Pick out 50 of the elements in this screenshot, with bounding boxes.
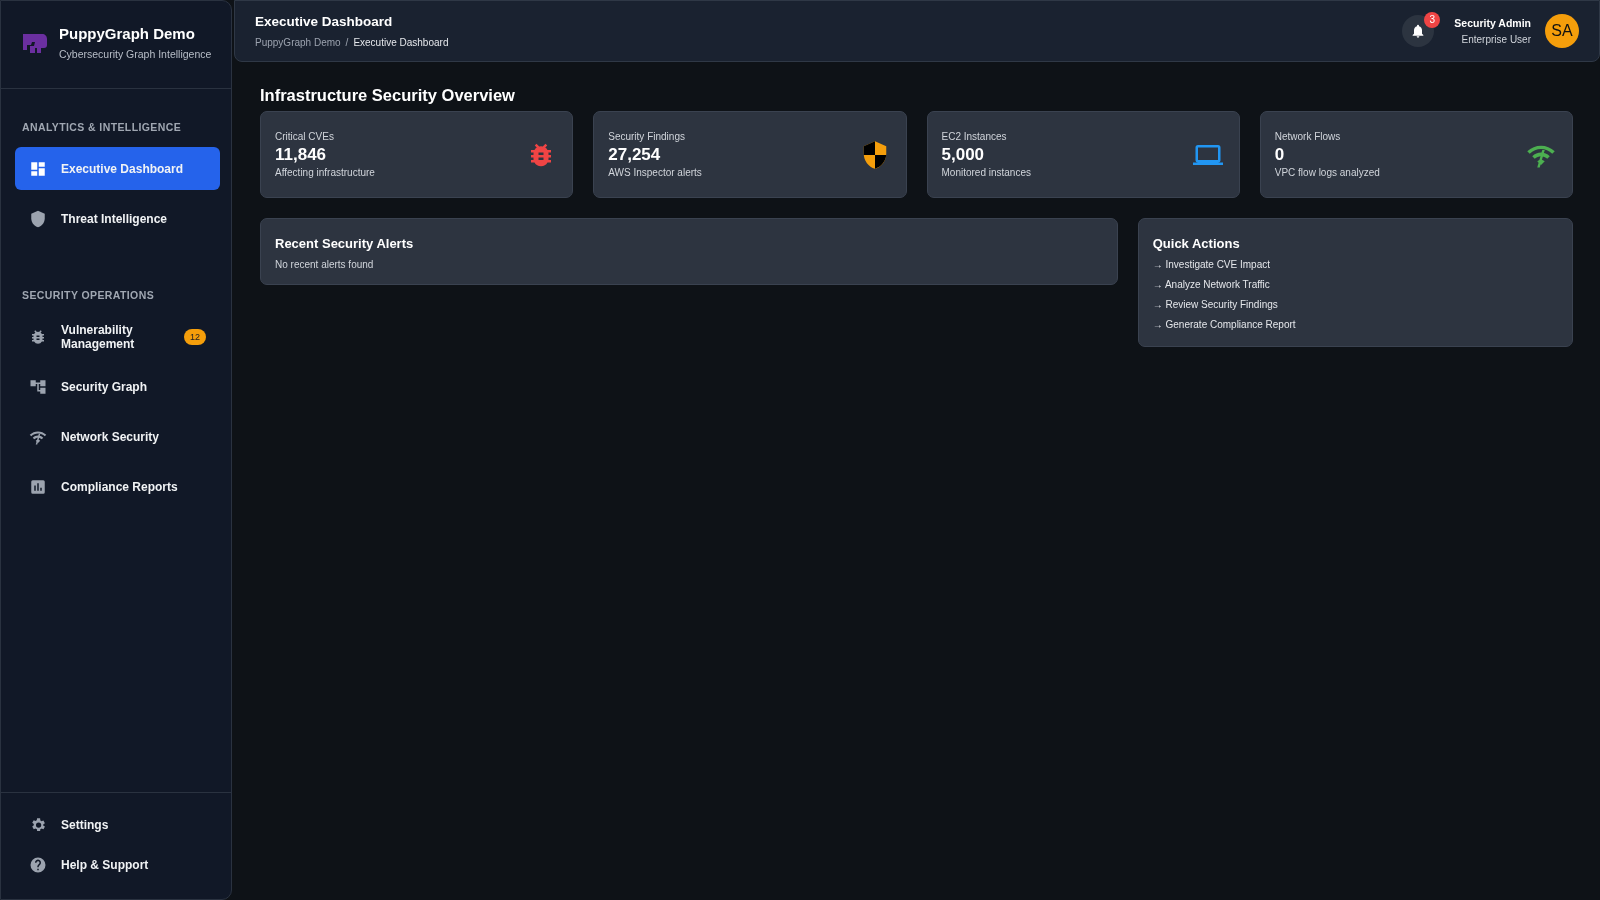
user-avatar[interactable]: SA: [1545, 14, 1579, 48]
sidebar-item[interactable]: Security Graph: [15, 365, 220, 408]
sidebar-item[interactable]: Threat Intelligence: [15, 197, 220, 240]
notification-count: 3: [1424, 12, 1441, 28]
stat-label: Security Findings: [608, 131, 686, 142]
stat-value: 11,846: [275, 145, 328, 165]
settings-icon: [29, 816, 47, 834]
sidebar-item[interactable]: Compliance Reports: [15, 465, 220, 508]
dashboard-icon: [29, 159, 47, 178]
stat-label: Network Flows: [1274, 131, 1342, 142]
dog-logo-icon: [21, 31, 49, 55]
stat-value: 5,000: [941, 145, 986, 165]
quick-action-link[interactable]: → Review Security Findings: [1152, 299, 1558, 310]
section-heading: ANALYTICS & INTELLIGENCE: [21, 120, 183, 135]
sidebar-item[interactable]: Settings: [15, 805, 220, 845]
sidebar-item[interactable]: Vulnerability Management 12: [15, 315, 220, 358]
stat-label: Critical CVEs: [275, 131, 335, 142]
sidebar-item[interactable]: Executive Dashboard: [15, 147, 220, 190]
stat-caption: Monitored instances: [941, 167, 1031, 178]
bug-icon: [29, 327, 47, 346]
graph-icon: [29, 377, 47, 396]
app-subtitle: Cybersecurity Graph Intelligence: [59, 48, 212, 60]
breadcrumb-separator: /: [345, 37, 349, 48]
quick-action-link[interactable]: → Generate Compliance Report: [1152, 319, 1558, 330]
empty-message: No recent alerts found: [275, 259, 375, 270]
breadcrumb-item[interactable]: PuppyGraph Demo: [255, 37, 341, 48]
quick-action-link[interactable]: → Investigate CVE Impact: [1152, 259, 1558, 270]
user-role: Enterprise User: [1460, 34, 1531, 45]
app-name: PuppyGraph Demo: [59, 25, 196, 42]
stat-value: 0: [1274, 145, 1286, 165]
page-title: Executive Dashboard: [255, 14, 394, 29]
section-title: Infrastructure Security Overview: [260, 86, 516, 105]
stat-value: 27,254: [608, 145, 662, 165]
panel-title: Quick Actions: [1152, 236, 1241, 251]
sidebar-item[interactable]: Help & Support: [15, 845, 220, 885]
sidebar-item[interactable]: Network Security: [15, 415, 220, 458]
panel-title: Recent Security Alerts: [275, 236, 415, 251]
notification-button[interactable]: [1402, 15, 1435, 47]
breadcrumb-item: Executive Dashboard: [353, 37, 449, 48]
user-name: Security Admin: [1454, 17, 1531, 29]
quick-action-link[interactable]: → Analyze Network Traffic: [1152, 279, 1558, 290]
count-badge: 12: [184, 328, 206, 345]
stat-caption: VPC flow logs analyzed: [1274, 167, 1380, 178]
stat-caption: AWS Inspector alerts: [608, 167, 702, 178]
shield-icon: [29, 209, 47, 228]
help-icon: [29, 856, 47, 874]
stat-label: EC2 Instances: [941, 131, 1008, 142]
stat-caption: Affecting infrastructure: [275, 167, 375, 178]
bar-chart-icon: [29, 477, 47, 496]
section-heading: SECURITY OPERATIONS: [21, 288, 156, 303]
